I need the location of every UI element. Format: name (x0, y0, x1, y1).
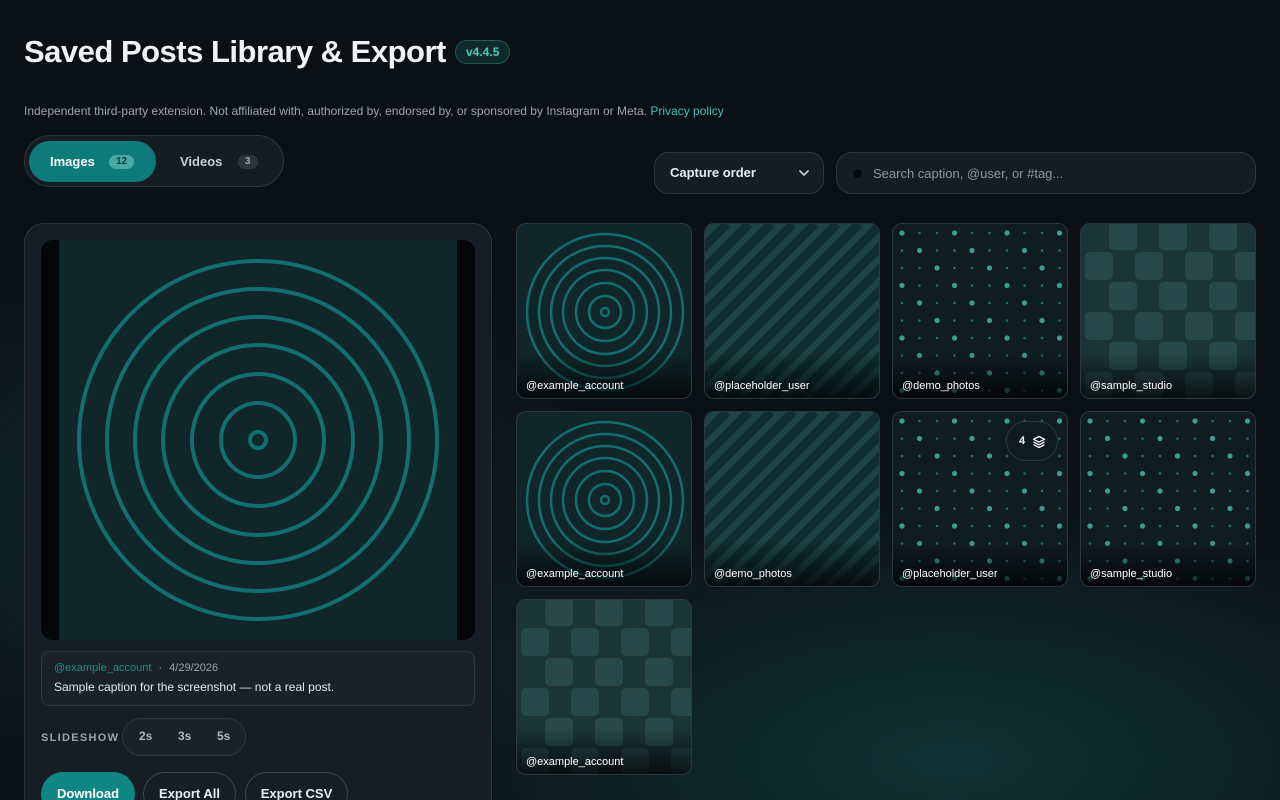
tab-videos-label: Videos (180, 154, 223, 169)
tab-videos-count: 3 (238, 154, 258, 169)
tile-username: @example_account (526, 756, 624, 768)
search-box (836, 152, 1256, 194)
layers-icon (1032, 435, 1046, 449)
grid-tile[interactable]: @example_account (516, 599, 692, 775)
meta-separator: · (158, 662, 163, 674)
grid-tile[interactable]: @demo_photos (892, 223, 1068, 399)
image-viewer[interactable] (41, 240, 475, 640)
media-type-tabs: Images 12 Videos 3 (24, 135, 284, 187)
tile-username: @placeholder_user (902, 568, 998, 580)
grid-tile[interactable]: @demo_photos (704, 411, 880, 587)
sort-select[interactable]: Capture order (654, 152, 824, 194)
caption-date: 4/29/2026 (169, 662, 219, 674)
chevron-down-icon (799, 170, 809, 176)
speed-3s-button[interactable]: 3s (178, 729, 191, 743)
tab-images-count: 12 (109, 154, 135, 169)
multi-image-badge: 4 (1006, 421, 1058, 461)
export-all-button[interactable]: Export All (143, 772, 236, 800)
search-icon (853, 169, 862, 178)
caption-box: @example_account · 4/29/2026 Sample capt… (41, 651, 475, 706)
slideshow-label: SLIDESHOW (41, 732, 120, 744)
page-title: Saved Posts Library & Export (24, 34, 446, 69)
tile-username: @demo_photos (902, 380, 980, 392)
privacy-policy-link[interactable]: Privacy policy (650, 104, 723, 118)
download-button[interactable]: Download (41, 772, 135, 800)
grid-tile[interactable]: @example_account (516, 223, 692, 399)
caption-text: Sample caption for the screenshot — not … (54, 680, 335, 694)
multi-image-count: 4 (1019, 435, 1026, 447)
preview-image (59, 240, 457, 640)
disclaimer-body: Independent third-party extension. Not a… (24, 104, 648, 118)
grid-tile[interactable]: @example_account (516, 411, 692, 587)
preview-panel: @example_account · 4/29/2026 Sample capt… (24, 223, 492, 800)
search-input[interactable] (873, 153, 1243, 193)
tile-username: @example_account (526, 568, 624, 580)
tile-username: @placeholder_user (714, 380, 810, 392)
disclaimer-text: Independent third-party extension. Not a… (24, 104, 724, 118)
tile-username: @example_account (526, 380, 624, 392)
tab-videos[interactable]: Videos 3 (165, 141, 275, 182)
grid-tile[interactable]: @placeholder_user 4 (892, 411, 1068, 587)
caption-username[interactable]: @example_account (54, 662, 151, 674)
export-csv-button[interactable]: Export CSV (245, 772, 348, 800)
grid-tile[interactable]: @sample_studio (1080, 223, 1256, 399)
speed-2s-button[interactable]: 2s (139, 729, 152, 743)
tile-username: @sample_studio (1090, 380, 1173, 392)
tile-username: @demo_photos (714, 568, 792, 580)
speed-5s-button[interactable]: 5s (217, 729, 230, 743)
sort-selected-value: Capture order (670, 165, 756, 180)
caption-meta: @example_account · 4/29/2026 (54, 662, 218, 674)
tile-username: @sample_studio (1090, 568, 1173, 580)
version-badge: v4.4.5 (455, 40, 511, 64)
slideshow-speed-group: 2s 3s 5s (122, 718, 246, 756)
tab-images-label: Images (50, 154, 95, 169)
tab-images[interactable]: Images 12 (29, 141, 156, 182)
grid-tile[interactable]: @sample_studio (1080, 411, 1256, 587)
grid-tile[interactable]: @placeholder_user (704, 223, 880, 399)
